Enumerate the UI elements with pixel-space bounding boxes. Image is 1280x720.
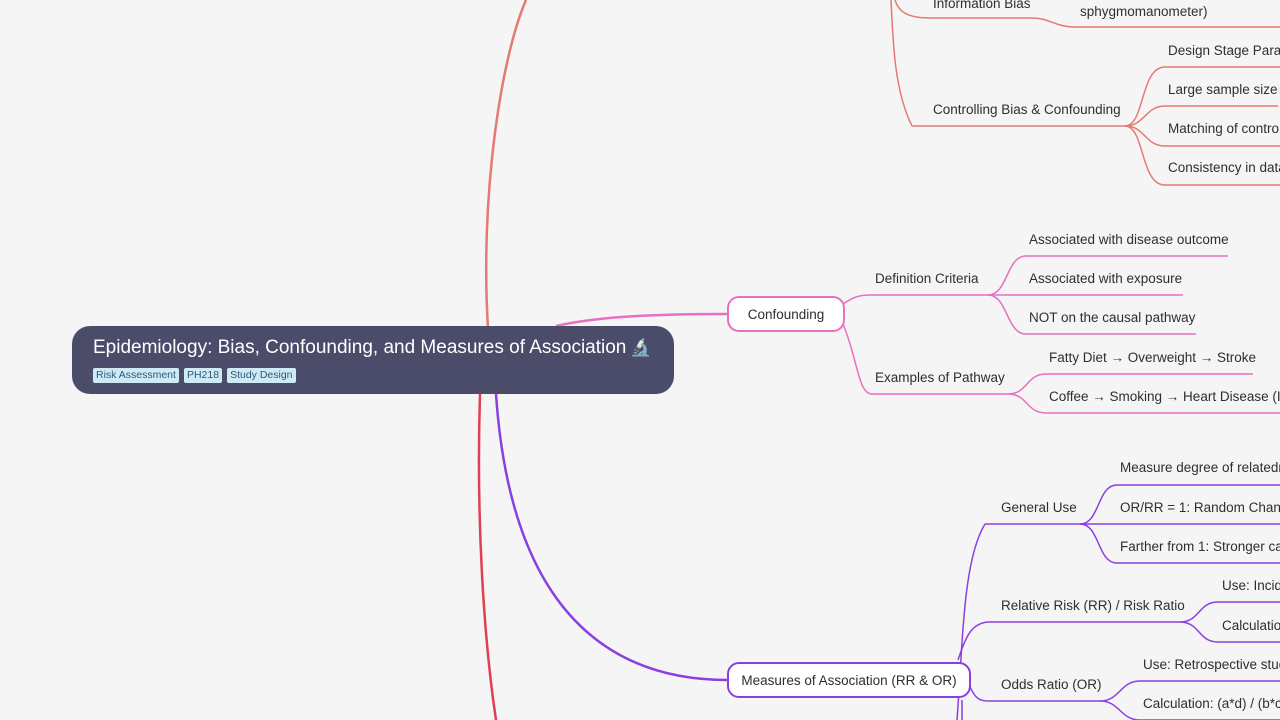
tag-risk-assessment[interactable]: Risk Assessment — [93, 368, 179, 383]
node-information-bias[interactable]: Information Bias — [933, 0, 1031, 13]
edge-root-measures — [494, 393, 729, 682]
root-tags: Risk Assessment PH218 Study Design — [93, 368, 653, 383]
node-odds-ratio-child[interactable]: Use: Retrospective stud — [1143, 656, 1280, 674]
node-general-use[interactable]: General Use — [1001, 499, 1077, 517]
node-odds-ratio-child[interactable]: Calculation: (a*d) / (b*c — [1143, 695, 1280, 713]
root-topic-node[interactable]: Epidemiology: Bias, Confounding, and Mea… — [72, 326, 674, 394]
node-measures-of-association[interactable]: Measures of Association (RR & OR) — [727, 662, 971, 698]
edge-root-lower — [477, 393, 498, 720]
node-example-child[interactable]: Coffee → Smoking → Heart Disease (Im — [1049, 388, 1280, 406]
node-definition-child[interactable]: Associated with disease outcome — [1029, 231, 1229, 249]
node-controlling-child[interactable]: Matching of contro — [1168, 120, 1279, 138]
node-information-bias-child[interactable]: sphygmomanometer) — [1080, 3, 1208, 21]
edge-bias-spine — [890, 0, 913, 127]
edge-relative-risk — [957, 621, 1180, 661]
node-odds-ratio[interactable]: Odds Ratio (OR) — [1001, 676, 1102, 694]
tag-ph218[interactable]: PH218 — [183, 368, 223, 383]
edge-definition — [842, 294, 988, 305]
node-relative-risk-child[interactable]: Calculatio — [1222, 617, 1280, 635]
node-examples-of-pathway[interactable]: Examples of Pathway — [875, 369, 1005, 387]
node-confounding[interactable]: Confounding — [727, 296, 845, 332]
node-general-use-child[interactable]: OR/RR = 1: Random Chance — [1120, 499, 1280, 517]
node-example-child[interactable]: Fatty Diet → Overweight → Stroke — [1049, 349, 1256, 367]
node-controlling-bias[interactable]: Controlling Bias & Confounding — [933, 101, 1121, 119]
node-relative-risk-child[interactable]: Use: Incid — [1222, 577, 1280, 595]
node-definition-criteria[interactable]: Definition Criteria — [875, 270, 979, 288]
node-general-use-child[interactable]: Measure degree of relatedn — [1120, 459, 1280, 477]
root-title-row: Epidemiology: Bias, Confounding, and Mea… — [93, 336, 653, 360]
node-definition-child[interactable]: NOT on the causal pathway — [1029, 309, 1195, 327]
microscope-icon: 🔬 — [630, 338, 652, 357]
node-controlling-child[interactable]: Design Stage Paran — [1168, 42, 1280, 60]
tag-study-design[interactable]: Study Design — [227, 368, 296, 383]
edge-root-confounding — [555, 312, 729, 328]
node-relative-risk[interactable]: Relative Risk (RR) / Risk Ratio — [1001, 597, 1185, 615]
node-controlling-child[interactable]: Consistency in data — [1168, 159, 1280, 177]
root-title: Epidemiology: Bias, Confounding, and Mea… — [93, 337, 627, 358]
node-definition-child[interactable]: Associated with exposure — [1029, 270, 1182, 288]
node-controlling-child[interactable]: Large sample size — [1168, 81, 1278, 99]
node-general-use-child[interactable]: Farther from 1: Stronger ca — [1120, 538, 1280, 556]
edge-root-bias — [484, 0, 528, 329]
